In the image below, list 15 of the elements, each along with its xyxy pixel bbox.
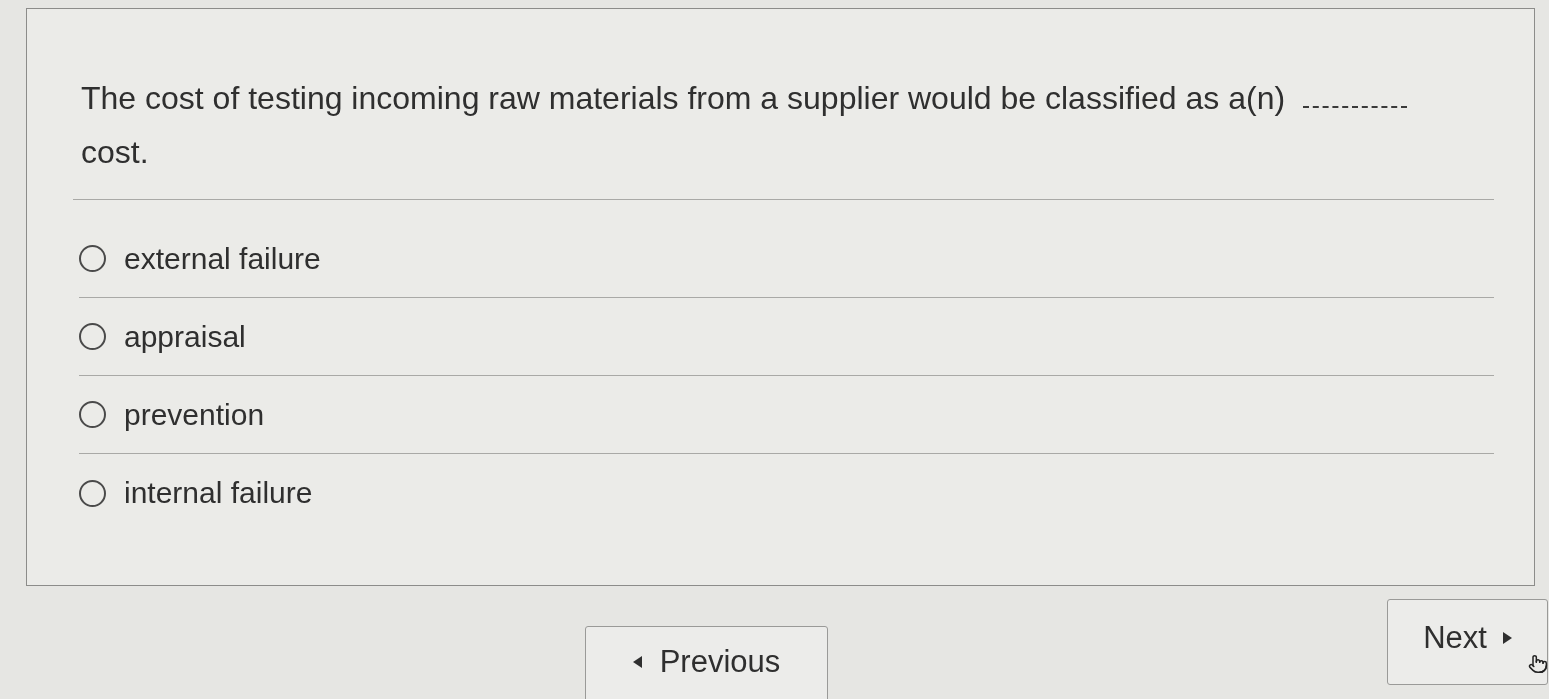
option-label[interactable]: internal failure: [124, 475, 313, 511]
option-label[interactable]: prevention: [124, 396, 265, 433]
question-text: The cost of testing incoming raw materials from a supplier would be classified as a(n): [81, 79, 1286, 117]
radio-button[interactable]: [79, 479, 106, 507]
radio-button[interactable]: [79, 401, 106, 428]
next-button[interactable]: Next: [1387, 599, 1548, 685]
previous-button[interactable]: Previous: [585, 626, 828, 699]
hand-cursor-icon: [1528, 652, 1548, 676]
question-text: cost.: [81, 134, 149, 170]
option-label[interactable]: appraisal: [124, 318, 246, 355]
caret-right-icon: [1502, 632, 1512, 644]
option-label[interactable]: external failure: [124, 240, 321, 277]
radio-button[interactable]: [79, 245, 106, 272]
caret-left-icon: [632, 656, 642, 668]
radio-button[interactable]: [79, 323, 106, 350]
